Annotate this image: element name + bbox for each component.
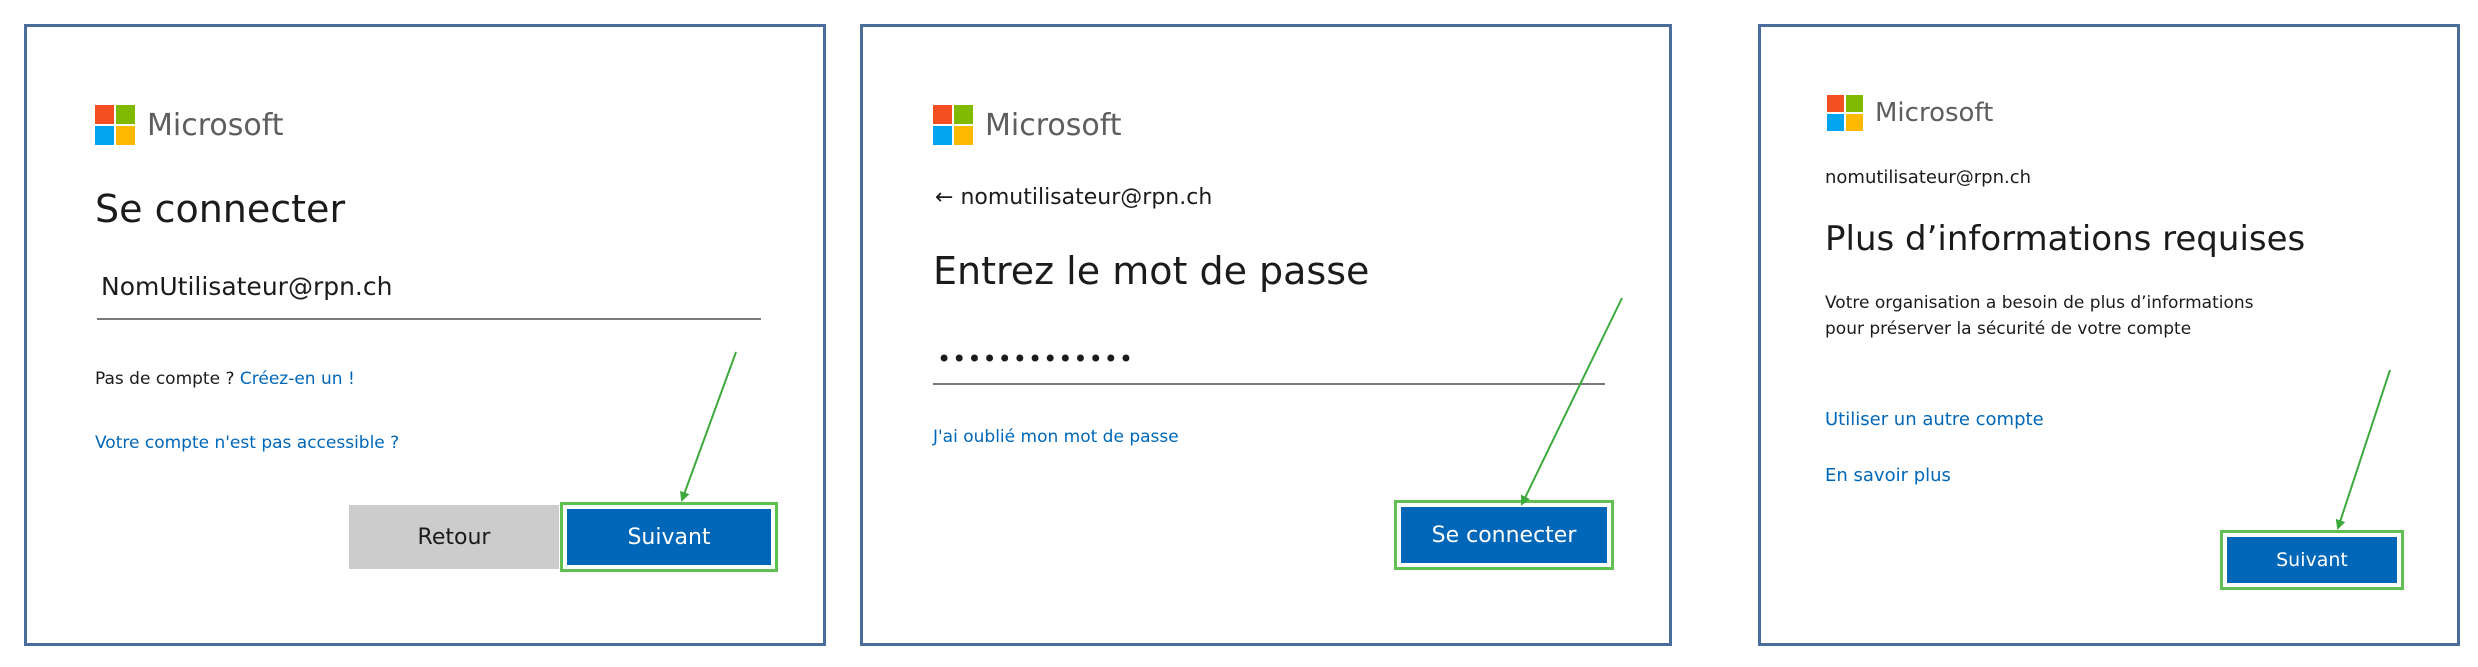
- annotation-arrow-icon: [2335, 369, 2391, 530]
- annotation-arrow-icon: [680, 351, 737, 502]
- annotation-arrows: [680, 297, 2391, 530]
- annotation-arrow-icon: [1520, 297, 1623, 506]
